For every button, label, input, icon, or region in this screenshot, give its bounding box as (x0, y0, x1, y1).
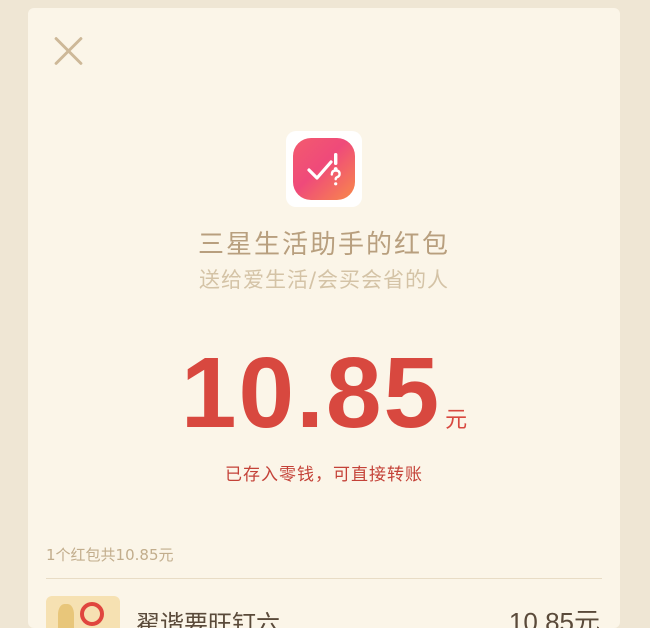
divider (46, 578, 602, 579)
packet-summary: 1个红包共10.85元 (46, 546, 174, 564)
close-icon[interactable] (52, 34, 86, 68)
sender-title: 三星生活助手的红包 (197, 230, 450, 260)
amount-value: 10.85 (180, 337, 442, 449)
check-question-app-icon (293, 138, 355, 200)
sender-app-icon (286, 131, 362, 207)
recipient-name: 翟谐要旺钉六 (136, 610, 280, 628)
amount-display: 10.85 元 (28, 336, 620, 451)
red-packet-detail-card: 三星生活助手的红包 送给爱生活/会买会省的人 10.85 元 已存入零钱，可直接转… (28, 8, 620, 628)
amount-unit: 元 (445, 408, 468, 433)
list-item[interactable]: 翟谐要旺钉六 10.85元 (46, 596, 602, 628)
sender-subtitle: 送给爱生活/会买会省的人 (198, 268, 450, 292)
recipient-amount: 10.85元 (508, 607, 600, 628)
stored-to-change-link[interactable]: 已存入零钱，可直接转账 (28, 460, 620, 485)
avatar (46, 596, 120, 628)
